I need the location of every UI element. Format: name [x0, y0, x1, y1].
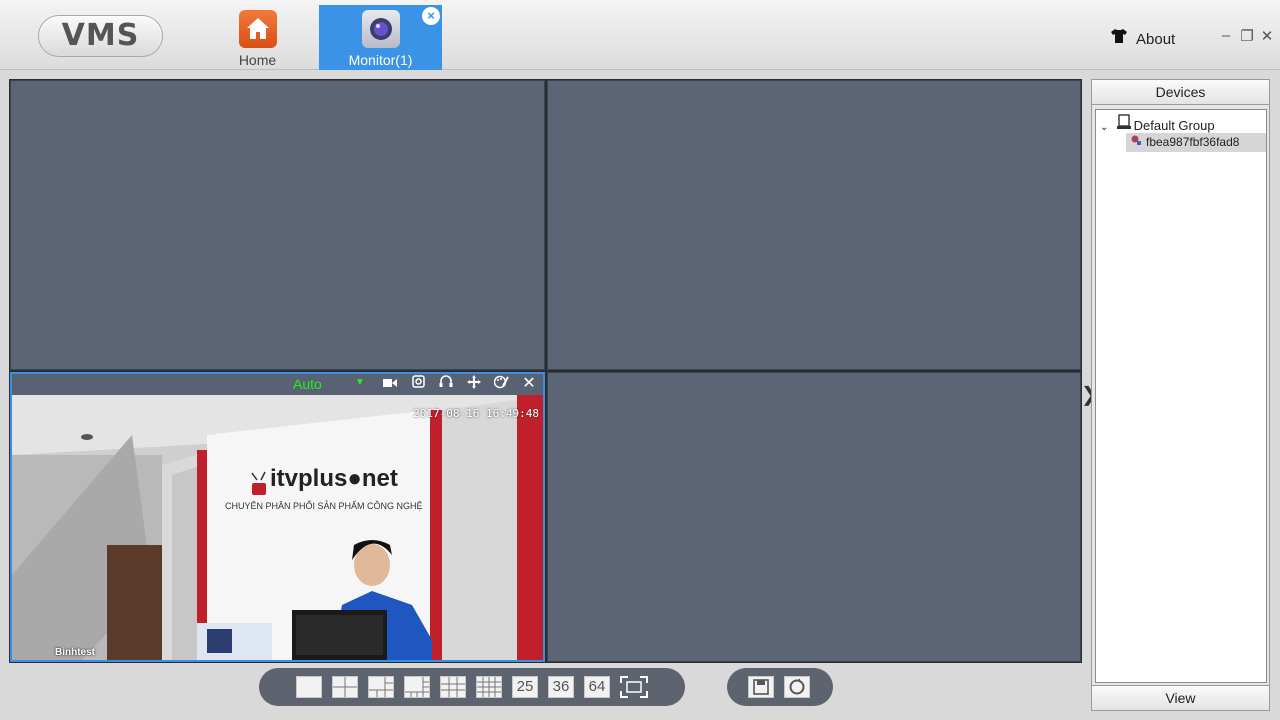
vms-logo: VMS [38, 15, 163, 57]
layout-64-button[interactable]: 64 [584, 676, 610, 698]
group-label: Default Group [1133, 118, 1215, 133]
ptz-icon[interactable] [464, 375, 484, 393]
tab-monitor[interactable]: Monitor(1) × [319, 5, 442, 70]
layout-36-button[interactable]: 36 [548, 676, 574, 698]
layout-9-button[interactable] [440, 676, 466, 698]
video-cell-4[interactable] [547, 372, 1081, 662]
tab-monitor-label: Monitor(1) [348, 52, 413, 68]
house-icon [239, 10, 277, 48]
tab-home[interactable]: Home [196, 5, 319, 70]
tree-device-item[interactable]: fbea987fbf36fad8 [1126, 133, 1266, 152]
camera-name-overlay: Binhtest [55, 647, 95, 658]
devices-header: Devices [1092, 80, 1269, 105]
device-label: fbea987fbf36fad8 [1146, 135, 1240, 149]
close-window-button[interactable]: ✕ [1258, 27, 1276, 45]
camera-device-icon [1130, 133, 1146, 152]
layout-toolbar: 25 36 64 [259, 668, 685, 706]
layout-4-button[interactable] [332, 676, 358, 698]
layout-1-button[interactable] [296, 676, 322, 698]
group-icon [1116, 114, 1134, 133]
chevron-down-icon[interactable]: ⌄ [1100, 122, 1112, 133]
view-button[interactable]: View [1092, 685, 1269, 710]
action-toolbar [727, 668, 833, 706]
tab-home-label: Home [238, 52, 277, 68]
snapshot-icon[interactable] [408, 375, 428, 393]
camera-feed: 2017-08-16 16:49:48 itvplus●net CHUYÊN P… [12, 395, 543, 660]
layout-16-button[interactable] [476, 676, 502, 698]
wall-subtitle-text: CHUYÊN PHÂN PHỐI SẢN PHẨM CÔNG NGHỆ [225, 501, 423, 511]
shirt-icon [1110, 28, 1128, 48]
video-cell-2[interactable] [547, 80, 1081, 370]
wall-brand-text: itvplus●net [270, 465, 398, 492]
device-tree: ⌄ Default Group fbea987fbf36fad8 [1095, 109, 1267, 683]
tab-close-icon[interactable]: × [422, 7, 440, 25]
record-icon[interactable] [380, 375, 400, 393]
quality-select[interactable]: Auto [293, 376, 322, 392]
close-icon[interactable]: ✕ [519, 375, 539, 393]
video-cell-toolbar: Auto ▼ ✕ [12, 374, 543, 395]
save-icon[interactable] [748, 676, 774, 698]
layout-25-button[interactable]: 25 [512, 676, 538, 698]
chevron-down-icon[interactable]: ▼ [355, 377, 365, 388]
audio-icon[interactable] [436, 375, 456, 393]
camera-lens-icon [362, 10, 400, 48]
video-cell-3-active[interactable]: Auto ▼ ✕ 2017-08-16 16:49:48 itvplus●net… [10, 372, 545, 662]
video-cell-1[interactable] [10, 80, 545, 370]
restore-button[interactable]: ❐ [1238, 27, 1256, 45]
image-settings-icon[interactable] [491, 375, 511, 393]
cycle-icon[interactable] [784, 676, 810, 698]
fullscreen-icon[interactable] [620, 676, 648, 698]
layout-8-button[interactable] [404, 676, 430, 698]
title-bar: VMS Home Monitor(1) × About – ❐ ✕ [0, 0, 1280, 70]
layout-6-button[interactable] [368, 676, 394, 698]
about-button[interactable]: About [1110, 28, 1175, 48]
tree-group-default[interactable]: ⌄ Default Group [1100, 114, 1215, 133]
devices-panel: Devices ⌄ Default Group fbea987fbf36fad8… [1091, 79, 1270, 711]
video-grid: Auto ▼ ✕ 2017-08-16 16:49:48 itvplus●net… [9, 79, 1082, 663]
about-label: About [1136, 31, 1176, 48]
minimize-button[interactable]: – [1217, 27, 1235, 44]
camera-timestamp: 2017-08-16 16:49:48 [413, 407, 539, 420]
